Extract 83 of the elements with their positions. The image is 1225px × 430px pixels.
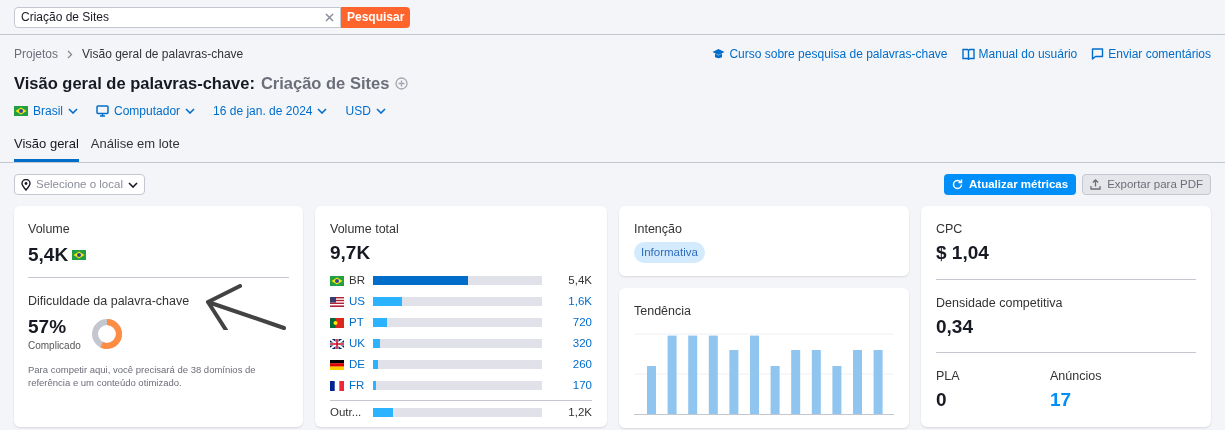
intent-badge: Informativa bbox=[634, 242, 705, 264]
trend-bar bbox=[791, 350, 801, 414]
metric-label: Dificuldade da palavra-chave bbox=[28, 292, 191, 310]
metric-label: Volume total bbox=[330, 221, 400, 239]
country-code: FR bbox=[349, 378, 366, 394]
metric-label: Intenção bbox=[634, 221, 683, 239]
filter-dropdown[interactable]: Brasil bbox=[14, 101, 78, 120]
flag-icon bbox=[330, 380, 344, 391]
help-link[interactable]: Enviar comentários bbox=[1091, 45, 1211, 63]
metric-label: PLA bbox=[936, 368, 961, 386]
tab[interactable]: Visão geral bbox=[14, 133, 79, 163]
location-dropdown[interactable]: Selecione o local bbox=[14, 174, 145, 196]
speech-bubble-icon bbox=[1091, 48, 1105, 60]
trend-bar bbox=[873, 350, 883, 414]
trend-bar bbox=[853, 350, 862, 414]
metric-value: 9,7K bbox=[330, 241, 372, 265]
search-input[interactable]: Criação de Sites bbox=[21, 8, 325, 26]
country-volume: 260 bbox=[572, 357, 592, 373]
country-volume: 5,4K bbox=[568, 273, 592, 289]
add-icon[interactable] bbox=[395, 76, 409, 90]
flag-icon bbox=[14, 105, 28, 116]
filter-dropdown[interactable]: 16 de jan. de 2024 bbox=[213, 101, 328, 120]
help-link[interactable]: Manual do usuário bbox=[961, 45, 1078, 63]
book-icon bbox=[961, 48, 975, 60]
metric-value: 57% bbox=[28, 314, 68, 339]
metric-label: Anúncios bbox=[1050, 368, 1102, 386]
filter-dropdown[interactable]: USD bbox=[345, 101, 386, 120]
ads-value[interactable]: 17 bbox=[1050, 388, 1102, 412]
refresh-icon bbox=[952, 179, 964, 191]
search-button[interactable]: Pesquisar bbox=[341, 6, 411, 28]
chevron-down-icon bbox=[185, 107, 196, 114]
monitor-icon bbox=[96, 104, 109, 117]
refresh-metrics-button[interactable]: Atualizar métricas bbox=[944, 174, 1077, 196]
export-pdf-button[interactable]: Exportar para PDF bbox=[1082, 174, 1211, 196]
country-code: Outr... bbox=[330, 405, 363, 421]
flag-icon bbox=[330, 275, 344, 286]
metric-label: Tendência bbox=[634, 303, 692, 321]
metric-value: 5,4K bbox=[28, 243, 69, 267]
flag-icon bbox=[330, 359, 344, 370]
country-volume: 720 bbox=[572, 315, 592, 331]
metric-value: 0,34 bbox=[936, 314, 974, 339]
close-icon[interactable] bbox=[325, 12, 334, 22]
trend-bar bbox=[811, 350, 821, 414]
trend-bar bbox=[647, 366, 656, 414]
country-volume: 1,6K bbox=[568, 294, 592, 310]
filter-dropdown[interactable]: Computador bbox=[96, 101, 196, 120]
difficulty-note: Para competir aqui, você precisará de 38 domínios de referência e um conteúdo otimizado. bbox=[28, 363, 257, 390]
flag-icon bbox=[330, 317, 344, 328]
metric-value: 0 bbox=[936, 388, 948, 412]
flag-icon bbox=[330, 338, 344, 349]
trend-bar bbox=[770, 366, 780, 414]
chevron-down-icon bbox=[68, 107, 78, 114]
metric-value: $ 1,04 bbox=[936, 241, 990, 265]
country-code: DE bbox=[349, 357, 366, 373]
country-code: PT bbox=[349, 315, 365, 331]
country-code: US bbox=[349, 294, 366, 310]
flag-icon bbox=[330, 296, 344, 307]
breadcrumb-link[interactable]: Visão geral de palavras-chave bbox=[82, 45, 244, 63]
chevron-right-icon bbox=[67, 49, 74, 59]
country-code: BR bbox=[349, 273, 366, 289]
location-pin-icon bbox=[21, 178, 31, 191]
keyword-title: Criação de Sites bbox=[260, 73, 390, 94]
search-field[interactable]: Criação de Sites bbox=[14, 6, 341, 28]
tab[interactable]: Análise em lote bbox=[90, 133, 180, 163]
graduation-cap-icon bbox=[712, 48, 726, 60]
chevron-down-icon bbox=[317, 107, 328, 114]
country-volume: 170 bbox=[572, 378, 592, 394]
country-code: UK bbox=[349, 336, 366, 352]
country-volume: 1,2K bbox=[568, 405, 592, 421]
trend-bar bbox=[729, 350, 739, 414]
metric-label: Volume bbox=[28, 221, 71, 239]
flag-icon bbox=[72, 249, 87, 260]
chevron-down-icon bbox=[375, 107, 386, 114]
trend-bar bbox=[832, 366, 842, 414]
country-volume: 320 bbox=[572, 336, 592, 352]
upload-icon bbox=[1090, 179, 1102, 191]
difficulty-rating: Complicado bbox=[28, 339, 81, 354]
breadcrumb-link[interactable]: Projetos bbox=[14, 45, 59, 63]
chevron-down-icon bbox=[127, 181, 138, 188]
page-title: Visão geral de palavras-chave: bbox=[14, 73, 255, 94]
help-link[interactable]: Curso sobre pesquisa de palavras-chave bbox=[712, 45, 948, 63]
metric-label: Densidade competitiva bbox=[936, 294, 1064, 312]
metric-label: CPC bbox=[936, 221, 964, 239]
